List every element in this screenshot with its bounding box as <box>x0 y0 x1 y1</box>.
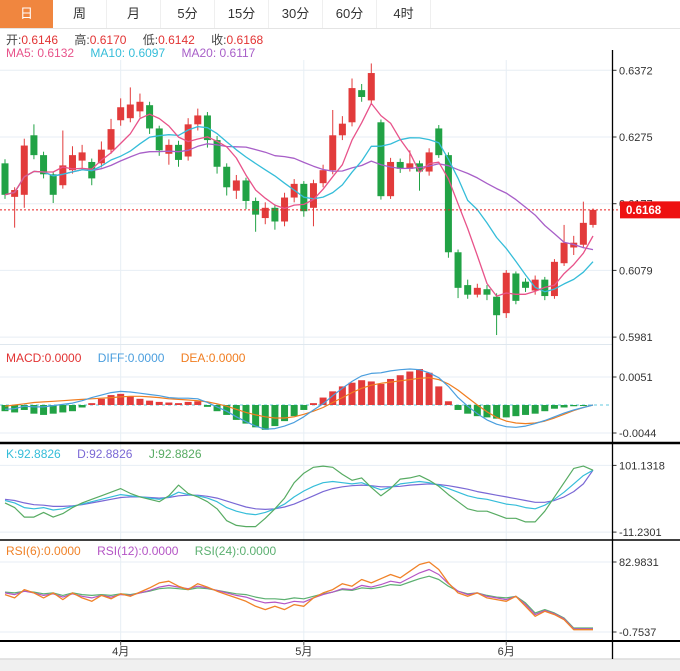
diff-group: DIFF:0.0000 <box>98 351 165 365</box>
svg-text:6月: 6月 <box>498 646 515 658</box>
trading-chart-app: 0.63720.62750.61770.60790.59810.61680.00… <box>0 0 680 671</box>
d-group: D:92.8826 <box>77 447 132 461</box>
diff-label: DIFF: <box>98 351 128 365</box>
rsi12-label: RSI(12): <box>97 544 142 558</box>
svg-text:5月: 5月 <box>295 646 312 658</box>
high-value: 0.6170 <box>90 33 127 47</box>
svg-text:0.6168: 0.6168 <box>626 205 662 217</box>
low-label: 低: <box>143 33 158 47</box>
tab-month[interactable]: 月 <box>107 0 161 28</box>
svg-text:0.6275: 0.6275 <box>619 132 653 144</box>
tab-day[interactable]: 日 <box>0 0 53 28</box>
kdj-readout: K:92.8826 D:92.8826 J:92.8826 <box>6 447 215 461</box>
j-value: 92.8826 <box>158 447 201 461</box>
k-value: 92.8826 <box>17 447 60 461</box>
ma10-label: MA10: <box>90 46 125 60</box>
svg-text:-0.7537: -0.7537 <box>619 627 656 639</box>
k-group: K:92.8826 <box>6 447 61 461</box>
ma5-value: 0.6132 <box>37 46 74 60</box>
svg-text:0.6372: 0.6372 <box>619 65 653 77</box>
svg-text:82.9831: 82.9831 <box>619 557 659 569</box>
close-label: 收: <box>211 33 226 47</box>
rsi12-value: 0.0000 <box>142 544 179 558</box>
rsi6-value: 0.0000 <box>44 544 81 558</box>
rsi24-label: RSI(24): <box>195 544 240 558</box>
tab-30min[interactable]: 30分 <box>269 0 323 28</box>
dea-label: DEA: <box>181 351 209 365</box>
chart-canvas[interactable]: 0.63720.62750.61770.60790.59810.61680.00… <box>0 0 680 671</box>
macd-value: 0.0000 <box>45 351 82 365</box>
ma-readout: MA5: 0.6132 MA10: 0.6097 MA20: 0.6117 <box>6 46 268 60</box>
high-group: 高:0.6170 <box>74 33 126 47</box>
d-label: D: <box>77 447 89 461</box>
tab-5min[interactable]: 5分 <box>161 0 215 28</box>
rsi12-group: RSI(12):0.0000 <box>97 544 178 558</box>
ma20-label: MA20: <box>181 46 216 60</box>
low-group: 低:0.6142 <box>143 33 195 47</box>
macd-group: MACD:0.0000 <box>6 351 81 365</box>
open-label: 开: <box>6 33 21 47</box>
rsi-readout: RSI(6):0.0000 RSI(12):0.0000 RSI(24):0.0… <box>6 544 289 558</box>
ma5-label: MA5: <box>6 46 34 60</box>
macd-label: MACD: <box>6 351 45 365</box>
close-group: 收:0.6168 <box>211 33 263 47</box>
close-value: 0.6168 <box>227 33 264 47</box>
open-group: 开:0.6146 <box>6 33 58 47</box>
diff-value: 0.0000 <box>128 351 165 365</box>
tab-60min[interactable]: 60分 <box>323 0 377 28</box>
ma10-group: MA10: 0.6097 <box>90 46 165 60</box>
ma5-group: MA5: 0.6132 <box>6 46 74 60</box>
svg-text:0.5981: 0.5981 <box>619 332 653 344</box>
dea-group: DEA:0.0000 <box>181 351 246 365</box>
macd-readout: MACD:0.0000 DIFF:0.0000 DEA:0.0000 <box>6 351 258 365</box>
svg-text:-0.0044: -0.0044 <box>619 428 656 440</box>
tab-15min[interactable]: 15分 <box>215 0 269 28</box>
ma20-group: MA20: 0.6117 <box>181 46 255 60</box>
tab-4hour[interactable]: 4时 <box>377 0 431 28</box>
open-value: 0.6146 <box>21 33 58 47</box>
rsi6-group: RSI(6):0.0000 <box>6 544 81 558</box>
rsi24-value: 0.0000 <box>239 544 276 558</box>
k-label: K: <box>6 447 17 461</box>
svg-text:101.1318: 101.1318 <box>619 460 665 472</box>
tab-week[interactable]: 周 <box>53 0 107 28</box>
rsi24-group: RSI(24):0.0000 <box>195 544 276 558</box>
dea-value: 0.0000 <box>209 351 246 365</box>
svg-text:0.6079: 0.6079 <box>619 265 653 277</box>
low-value: 0.6142 <box>158 33 195 47</box>
ma20-value: 0.6117 <box>220 46 256 60</box>
rsi6-label: RSI(6): <box>6 544 44 558</box>
high-label: 高: <box>74 33 89 47</box>
ma10-value: 0.6097 <box>128 46 165 60</box>
d-value: 92.8826 <box>89 447 132 461</box>
svg-text:0.0051: 0.0051 <box>619 372 653 384</box>
j-group: J:92.8826 <box>149 447 202 461</box>
j-label: J: <box>149 447 158 461</box>
svg-text:-11.2301: -11.2301 <box>619 527 662 539</box>
timeframe-tabbar: 日 周 月 5分 15分 30分 60分 4时 <box>0 0 680 29</box>
svg-text:4月: 4月 <box>112 646 129 658</box>
